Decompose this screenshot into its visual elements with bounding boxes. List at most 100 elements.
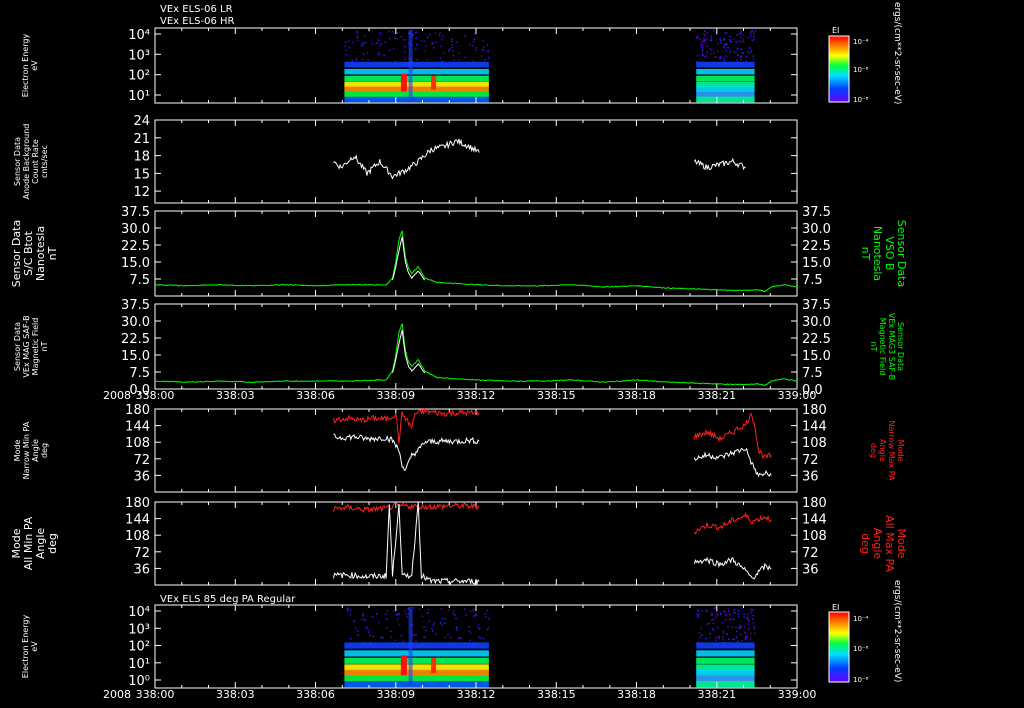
series-line-0 bbox=[333, 501, 480, 514]
heatmap-speckle bbox=[386, 618, 388, 620]
heatmap-band bbox=[344, 68, 489, 75]
heatmap-speckle bbox=[746, 637, 748, 639]
y-tick-label: 10³ bbox=[128, 622, 150, 637]
heatmap-speckle bbox=[347, 40, 350, 42]
heatmap-band bbox=[344, 96, 489, 103]
heatmap-band bbox=[344, 657, 489, 664]
heatmap-speckle bbox=[727, 610, 730, 612]
panel-sc_bmag: 37.5 37.530.0 30.022.5 22.515.0 15.07.5 7.5Se… bbox=[10, 205, 908, 297]
series-line-0 bbox=[154, 230, 798, 293]
heatmap-speckle bbox=[742, 34, 745, 36]
heatmap-speckle bbox=[478, 627, 481, 630]
heatmap-speckle bbox=[699, 38, 701, 40]
heatmap-speckle bbox=[376, 613, 378, 615]
panel-anode_bg: 24 21 18 15 12 Sensor Data Anode Background Cou… bbox=[13, 114, 798, 204]
heatmap-speckle bbox=[448, 50, 450, 52]
heatmap-speckle bbox=[733, 609, 736, 611]
y-axis-label-line: nT bbox=[46, 246, 59, 260]
heatmap-speckle bbox=[379, 44, 382, 46]
heatmap-speckle bbox=[465, 614, 467, 616]
series-line-0 bbox=[333, 138, 480, 180]
y-tick-label: 180 bbox=[125, 496, 150, 511]
y-axis-right-label-line: Sensor Data bbox=[896, 322, 905, 371]
heatmap-speckle bbox=[472, 60, 474, 62]
heatmap-speckle bbox=[729, 52, 731, 54]
heatmap-speckle bbox=[747, 618, 750, 621]
heatmap-speckle bbox=[730, 618, 733, 621]
heatmap-speckle bbox=[697, 609, 699, 611]
heatmap-speckle bbox=[742, 40, 745, 43]
heatmap-speckle bbox=[441, 624, 443, 626]
y-tick-label: 37.5 bbox=[121, 205, 150, 220]
heatmap-speckle bbox=[356, 36, 359, 39]
heatmap-speckle bbox=[735, 59, 738, 61]
heatmap-speckle bbox=[488, 56, 490, 59]
heatmap-speckle bbox=[415, 47, 417, 50]
y-tick-label: 18 bbox=[133, 150, 150, 165]
time-tick-label: 338:21 bbox=[697, 688, 736, 701]
heatmap-speckle bbox=[722, 630, 725, 633]
heatmap-speckle bbox=[442, 52, 445, 54]
heatmap-speckle bbox=[390, 630, 392, 633]
heatmap-speckle bbox=[453, 59, 455, 61]
heatmap-speckle bbox=[396, 32, 398, 34]
heatmap-speckle bbox=[403, 39, 406, 41]
heatmap-speckle bbox=[484, 59, 486, 61]
heatmap-speckle bbox=[351, 59, 354, 62]
heatmap-speckle bbox=[392, 609, 395, 612]
heatmap-speckle bbox=[748, 620, 750, 622]
heatmap-speckle bbox=[355, 59, 358, 61]
heatmap-band bbox=[344, 681, 489, 688]
y-tick-label-right: 72 bbox=[802, 546, 819, 561]
y-tick-label-right: 72 bbox=[802, 453, 819, 468]
heatmap-speckle bbox=[425, 45, 427, 47]
heatmap-speckle bbox=[750, 35, 752, 37]
heatmap-speckle bbox=[435, 41, 437, 44]
heatmap-speckle bbox=[441, 38, 443, 41]
heatmap-speckle bbox=[703, 33, 705, 36]
heatmap-speckle bbox=[726, 43, 728, 45]
y-tick-label-right: 7.5 bbox=[802, 273, 823, 288]
time-tick-label: 338:06 bbox=[296, 389, 335, 402]
y-tick-label-right: 36 bbox=[802, 562, 819, 577]
y-axis-right-label-line: nT bbox=[869, 342, 878, 352]
colorbar-top-gradient bbox=[828, 35, 850, 103]
heatmap-speckle bbox=[723, 57, 725, 59]
heatmap-speckle bbox=[444, 636, 447, 638]
heatmap-speckle bbox=[742, 52, 744, 55]
y-tick-label-right: 36 bbox=[802, 469, 819, 484]
heatmap-speckle bbox=[740, 58, 742, 61]
heatmap-speckle bbox=[362, 612, 364, 615]
heatmap-speckle bbox=[751, 618, 754, 620]
heatmap-speckle bbox=[740, 33, 742, 35]
heatmap-speckle bbox=[349, 614, 352, 616]
y-axis-label-line: nT bbox=[40, 341, 49, 351]
heatmap-speckle bbox=[357, 630, 359, 632]
heatmap-speckle bbox=[736, 630, 738, 633]
heatmap-speckle bbox=[394, 639, 397, 641]
heatmap-speckle bbox=[715, 616, 717, 618]
heatmap-speckle bbox=[706, 55, 708, 57]
bottom-panel-title: VEx ELS 85 deg PA Regular bbox=[160, 594, 296, 605]
y-axis-label-line: cnts/sec bbox=[40, 145, 49, 178]
heatmap-speckle bbox=[432, 629, 434, 632]
y-tick-label-right: 15.0 bbox=[802, 349, 831, 364]
heatmap-speckle bbox=[745, 55, 748, 58]
heatmap-speckle bbox=[710, 39, 713, 42]
heatmap-speckle bbox=[357, 39, 359, 42]
y-tick-label-right: 108 bbox=[802, 436, 827, 451]
heatmap-speckle bbox=[378, 53, 380, 55]
heatmap-band bbox=[344, 61, 489, 68]
series-line-1 bbox=[333, 433, 480, 471]
heatmap-speckle bbox=[701, 610, 704, 612]
heatmap-speckle bbox=[726, 633, 728, 635]
heatmap-speckle bbox=[384, 41, 386, 43]
y-axis-label-line: Electron Energy bbox=[21, 34, 30, 98]
y-axis-right-label-line: nT bbox=[859, 247, 872, 261]
y-tick-label: 7.5 bbox=[129, 366, 150, 381]
time-tick-label: 338:21 bbox=[697, 389, 736, 402]
heatmap-speckle bbox=[472, 44, 474, 47]
heatmap-hotspot bbox=[400, 73, 407, 92]
heatmap-speckle bbox=[750, 31, 753, 33]
heatmap-speckle bbox=[420, 40, 423, 42]
